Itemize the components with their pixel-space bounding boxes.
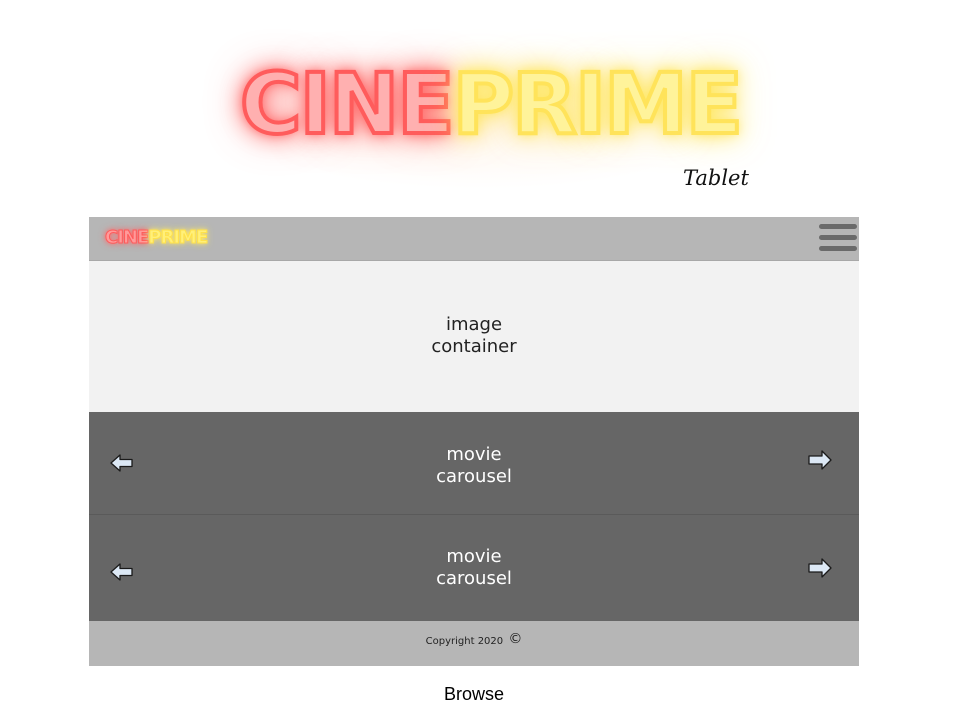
nav-logo-prime: PRIME [148,227,209,248]
copyright-icon: © [508,631,523,647]
carousel-label-line1: movie [446,546,502,567]
image-container: image container [89,261,859,412]
page-caption: Browse [443,684,505,704]
nav-logo-cine: CINE [104,227,149,248]
hamburger-bar [819,235,857,240]
copyright-label: Copyright 2020 [425,636,504,647]
hero-logo: CINEPRIME [214,40,746,190]
image-container-label-line2: container [431,336,517,357]
hero-logo-cine: CINE [238,55,457,153]
carousel-label: movie carousel [89,546,859,590]
nav-logo[interactable]: CINEPRIME [104,227,209,248]
navbar: CINEPRIME [89,217,859,261]
hero-logo-prime: PRIME [451,55,745,153]
hamburger-bar [819,246,857,251]
movie-carousel-1: movie carousel [89,412,859,515]
arrow-right-icon[interactable] [807,449,833,471]
carousel-label-line2: carousel [436,568,512,589]
arrow-right-icon[interactable] [807,557,833,579]
footer: Copyright 2020 © [89,621,859,666]
carousel-label-line2: carousel [436,466,512,487]
hamburger-menu-icon[interactable] [819,223,857,253]
carousel-label-line1: movie [446,444,502,465]
hero-logo-text: CINEPRIME [238,60,745,148]
tablet-wireframe: CINEPRIME image container movie carousel [89,217,859,666]
copyright-text: Copyright 2020 © [89,631,859,647]
image-container-label: image container [89,314,859,358]
image-container-label-line1: image [445,314,503,335]
carousel-label: movie carousel [89,444,859,488]
hamburger-bar [819,224,857,229]
device-label: Tablet [683,166,749,190]
movie-carousel-2: movie carousel [89,515,859,621]
